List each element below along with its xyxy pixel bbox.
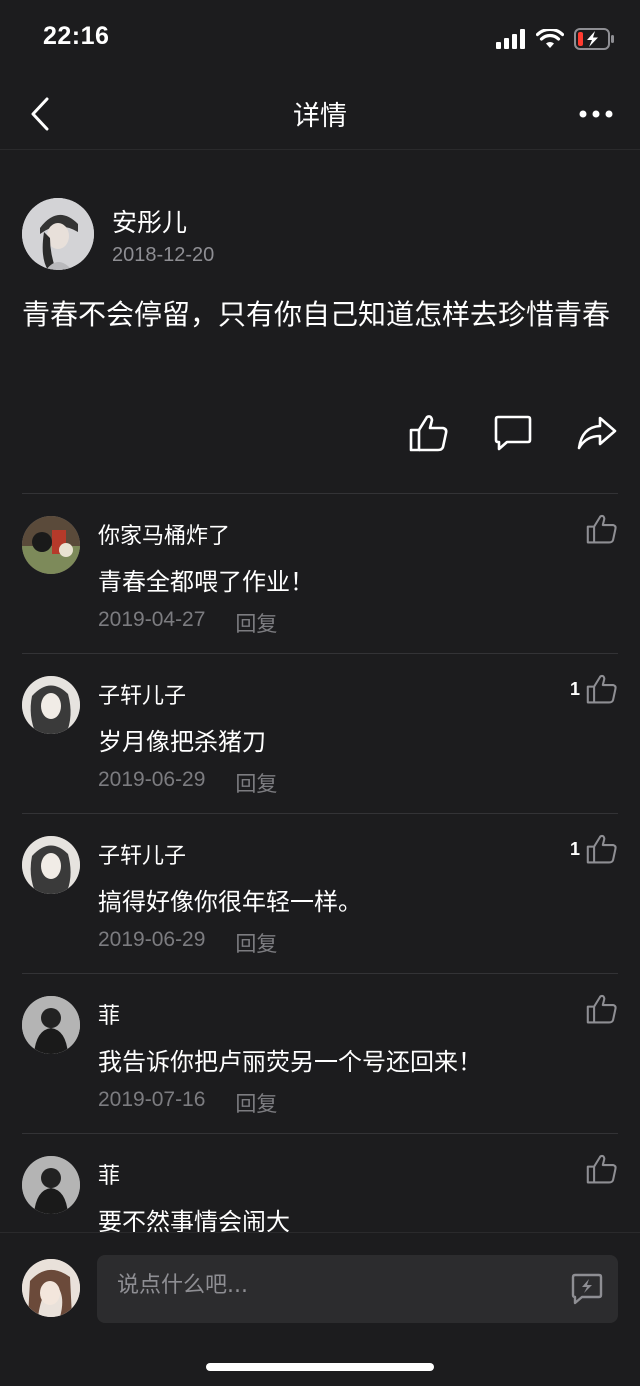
thumbs-up-icon bbox=[409, 415, 448, 452]
thumbs-up-icon bbox=[586, 674, 617, 704]
thumbs-up-icon bbox=[586, 514, 617, 544]
reply-button[interactable]: 回复 bbox=[235, 768, 277, 798]
comment-list: 你家马桶炸了 青春全都喂了作业！ 2019-04-27 回复 子轩儿子 岁月像把… bbox=[22, 493, 618, 1293]
comment-like-button[interactable]: 1 bbox=[570, 834, 618, 864]
post-actions bbox=[408, 412, 618, 454]
more-dots-icon bbox=[579, 110, 613, 118]
comment-date: 2019-06-29 bbox=[98, 928, 206, 951]
comment-text: 青春全都喂了作业！ bbox=[98, 568, 314, 596]
comment-like-button[interactable] bbox=[580, 514, 618, 544]
comment-like-button[interactable]: 1 bbox=[570, 674, 618, 704]
comment-author[interactable]: 菲 bbox=[98, 1158, 120, 1190]
avatar-image bbox=[22, 1156, 80, 1214]
comment-author[interactable]: 菲 bbox=[98, 998, 120, 1030]
comment-button[interactable] bbox=[492, 412, 534, 454]
avatar-image bbox=[22, 996, 80, 1054]
reply-button[interactable]: 回复 bbox=[235, 1088, 277, 1118]
comment-avatar[interactable] bbox=[22, 676, 80, 734]
comment-meta: 2019-04-27 回复 bbox=[98, 608, 277, 638]
emoji-icon[interactable] bbox=[570, 1273, 604, 1305]
comment-input[interactable] bbox=[117, 1273, 537, 1298]
comment-author[interactable]: 你家马桶炸了 bbox=[98, 518, 230, 550]
comment-text: 搞得好像你很年轻一样。 bbox=[98, 888, 362, 916]
battery-low-charging-icon bbox=[574, 28, 614, 50]
my-avatar[interactable] bbox=[22, 1259, 80, 1317]
reply-button[interactable]: 回复 bbox=[235, 928, 277, 958]
thumbs-up-icon bbox=[586, 1154, 617, 1184]
signal-icon bbox=[496, 29, 525, 49]
comment-meta: 2019-06-29 回复 bbox=[98, 928, 277, 958]
comment-meta: 2019-06-29 回复 bbox=[98, 768, 277, 798]
thumbs-up-icon bbox=[586, 834, 617, 864]
comment-item: 子轩儿子 搞得好像你很年轻一样。 2019-06-29 回复 1 bbox=[22, 813, 618, 973]
comment-avatar[interactable] bbox=[22, 1156, 80, 1214]
avatar-image bbox=[22, 836, 80, 894]
share-button[interactable] bbox=[576, 412, 618, 454]
status-bar: 22:16 bbox=[0, 0, 640, 80]
comment-bubble-icon bbox=[494, 415, 532, 451]
page-title: 详情 bbox=[293, 101, 347, 132]
wifi-icon bbox=[536, 29, 564, 48]
post-text: 青春不会停留，只有你自己知道怎样去珍惜青春 bbox=[22, 298, 611, 331]
comment-meta: 2019-07-16 回复 bbox=[98, 1088, 277, 1118]
like-count: 1 bbox=[569, 838, 580, 859]
avatar-image bbox=[22, 516, 80, 574]
comment-input-bar bbox=[0, 1232, 640, 1386]
comment-item: 你家马桶炸了 青春全都喂了作业！ 2019-04-27 回复 bbox=[22, 493, 618, 653]
comment-like-button[interactable] bbox=[580, 1154, 618, 1184]
avatar-image bbox=[22, 676, 80, 734]
nav-bar: 详情 bbox=[0, 80, 640, 150]
status-time: 22:16 bbox=[43, 22, 110, 50]
comment-like-button[interactable] bbox=[580, 994, 618, 1024]
status-icons bbox=[496, 28, 614, 50]
comment-avatar[interactable] bbox=[22, 996, 80, 1054]
share-arrow-icon bbox=[577, 416, 617, 450]
comment-author[interactable]: 子轩儿子 bbox=[98, 678, 186, 710]
home-indicator bbox=[206, 1363, 434, 1371]
post-author-name[interactable]: 安彤儿 bbox=[112, 203, 187, 239]
comment-avatar[interactable] bbox=[22, 516, 80, 574]
like-count: 1 bbox=[569, 678, 580, 699]
thumbs-up-icon bbox=[586, 994, 617, 1024]
comment-text: 岁月像把杀猪刀 bbox=[98, 728, 266, 756]
comment-date: 2019-06-29 bbox=[98, 768, 206, 791]
more-button[interactable] bbox=[576, 96, 616, 132]
comment-input-box[interactable] bbox=[97, 1255, 618, 1323]
comment-date: 2019-07-16 bbox=[98, 1088, 206, 1111]
comment-text: 我告诉你把卢丽荧另一个号还回来！ bbox=[98, 1048, 482, 1076]
like-button[interactable] bbox=[408, 412, 450, 454]
comment-item: 菲 我告诉你把卢丽荧另一个号还回来！ 2019-07-16 回复 bbox=[22, 973, 618, 1133]
post-date: 2018-12-20 bbox=[112, 244, 215, 266]
comment-avatar[interactable] bbox=[22, 836, 80, 894]
avatar-image bbox=[22, 198, 94, 270]
comment-author[interactable]: 子轩儿子 bbox=[98, 838, 186, 870]
post-author-avatar[interactable] bbox=[22, 198, 94, 270]
comment-date: 2019-04-27 bbox=[98, 608, 206, 631]
avatar-image bbox=[22, 1259, 80, 1317]
comment-item: 子轩儿子 岁月像把杀猪刀 2019-06-29 回复 1 bbox=[22, 653, 618, 813]
reply-button[interactable]: 回复 bbox=[235, 608, 277, 638]
